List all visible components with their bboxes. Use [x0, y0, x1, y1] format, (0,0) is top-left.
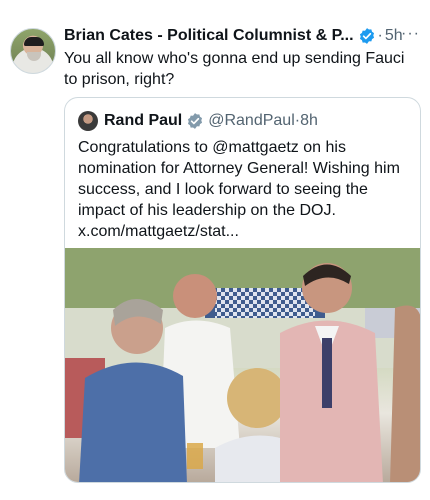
- verified-badge-icon: [358, 27, 376, 45]
- tweet-timestamp[interactable]: 5h: [385, 26, 403, 46]
- quoted-tweet[interactable]: Rand Paul @RandPaul · 8h Congratulations…: [64, 97, 421, 483]
- header-separator: ·: [377, 27, 383, 44]
- photo-illustration: [65, 248, 420, 482]
- more-options-icon[interactable]: ···: [401, 24, 420, 44]
- tweet-text: You all know who's gonna end up sending …: [64, 50, 405, 88]
- quoted-author-avatar[interactable]: [78, 111, 98, 131]
- quoted-tweet-photo[interactable]: [65, 248, 420, 482]
- author-avatar[interactable]: [10, 28, 56, 74]
- tweet-card[interactable]: Brian Cates - Political Columnist & P...…: [0, 0, 430, 500]
- quoted-author-name[interactable]: Rand Paul: [104, 111, 182, 131]
- quoted-timestamp[interactable]: 8h: [300, 111, 318, 131]
- quoted-tweet-header: Rand Paul @RandPaul · 8h: [78, 111, 318, 131]
- author-name[interactable]: Brian Cates - Political Columnist & P...: [64, 26, 354, 46]
- avatar-beard: [27, 52, 41, 61]
- avatar-cap: [24, 37, 44, 46]
- quoted-tweet-text: Congratulations to @mattgaetz on his nom…: [78, 139, 400, 240]
- gray-verified-badge-icon: [186, 112, 204, 130]
- tweet-header: Brian Cates - Political Columnist & P...…: [64, 24, 420, 46]
- quoted-author-handle[interactable]: @RandPaul: [208, 111, 295, 131]
